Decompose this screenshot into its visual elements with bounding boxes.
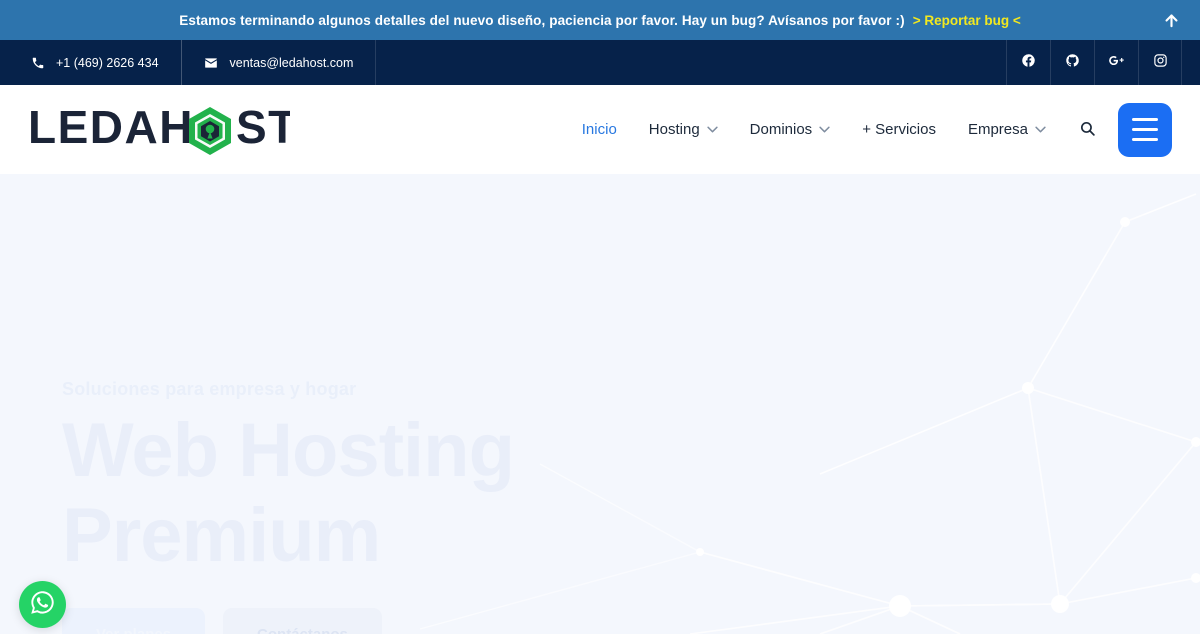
social-link-instagram[interactable] xyxy=(1138,40,1182,85)
whatsapp-icon xyxy=(29,589,56,621)
contact-phone-label: +1 (469) 2626 434 xyxy=(56,55,159,70)
contact-bar: +1 (469) 2626 434 ventas@ledahost.com xyxy=(0,40,1200,85)
hamburger-icon xyxy=(1132,128,1158,131)
arrow-up-icon[interactable] xyxy=(1160,9,1182,31)
hamburger-icon xyxy=(1132,118,1158,121)
nav-item-servicios: + Servicios xyxy=(846,121,952,138)
hero-primary-button[interactable]: Ver planes xyxy=(62,608,205,634)
hero-section: Soluciones para empresa y hogar Web Host… xyxy=(0,174,1200,634)
site-logo[interactable]: LEDAH ST xyxy=(28,101,290,159)
nav-label-empresa: Empresa xyxy=(967,121,1028,138)
phone-icon xyxy=(30,55,45,70)
svg-text:LEDAH: LEDAH xyxy=(28,102,194,153)
contact-email-label: ventas@ledahost.com xyxy=(229,55,354,70)
hero-content: Soluciones para empresa y hogar Web Host… xyxy=(0,174,640,634)
svg-text:ST: ST xyxy=(236,102,290,153)
announcement-text: Estamos terminando algunos detalles del … xyxy=(179,12,905,28)
hero-secondary-button[interactable]: Contáctanos xyxy=(223,608,382,634)
nav-link-empresa[interactable]: Empresa xyxy=(952,121,1062,138)
nav-label-servicios: + Servicios xyxy=(862,121,936,138)
header-nav-area: Inicio Hosting Dominios + Servicios Empr… xyxy=(566,102,1172,157)
site-header: LEDAH ST Inicio Hosting Dominios + Servi… xyxy=(0,85,1200,174)
whatsapp-float-button[interactable] xyxy=(19,581,66,628)
main-navigation: Inicio Hosting Dominios + Servicios Empr… xyxy=(566,121,1062,138)
hamburger-icon xyxy=(1132,138,1158,141)
nav-link-dominios[interactable]: Dominios xyxy=(734,121,847,138)
social-link-facebook[interactable] xyxy=(1006,40,1050,85)
social-link-google-plus[interactable] xyxy=(1094,40,1138,85)
chevron-down-icon xyxy=(707,125,718,136)
hero-title-line2: Premium xyxy=(62,493,381,579)
hero-eyebrow: Soluciones para empresa y hogar xyxy=(62,379,357,399)
contact-list: +1 (469) 2626 434 ventas@ledahost.com xyxy=(0,40,377,85)
social-link-github[interactable] xyxy=(1050,40,1094,85)
nav-item-hosting: Hosting xyxy=(633,121,734,138)
nav-item-dominios: Dominios xyxy=(734,121,847,138)
nav-item-inicio: Inicio xyxy=(566,121,633,138)
contact-email[interactable]: ventas@ledahost.com xyxy=(180,40,377,85)
hero-title: Web Hosting Premium xyxy=(62,408,640,578)
social-links xyxy=(1006,40,1200,85)
google-plus-icon xyxy=(1108,52,1125,74)
hero-actions: Ver planes Contáctanos xyxy=(62,608,640,634)
contact-phone[interactable]: +1 (469) 2626 434 xyxy=(0,40,182,85)
search-icon xyxy=(1079,120,1096,140)
announcement-banner: Estamos terminando algunos detalles del … xyxy=(0,0,1200,40)
nav-link-servicios[interactable]: + Servicios xyxy=(846,121,952,138)
nav-link-inicio[interactable]: Inicio xyxy=(566,121,633,138)
chevron-down-icon xyxy=(1035,125,1046,136)
chevron-down-icon xyxy=(819,125,830,136)
report-bug-link[interactable]: > Reportar bug < xyxy=(913,13,1021,28)
nav-item-empresa: Empresa xyxy=(952,121,1062,138)
nav-link-hosting[interactable]: Hosting xyxy=(633,121,734,138)
facebook-icon xyxy=(1021,53,1036,73)
hamburger-menu-button[interactable] xyxy=(1118,102,1172,157)
github-icon xyxy=(1065,53,1080,73)
nav-label-inicio: Inicio xyxy=(581,121,617,138)
nav-label-hosting: Hosting xyxy=(648,121,700,138)
hero-title-line1: Web Hosting xyxy=(62,408,515,493)
nav-label-dominios: Dominios xyxy=(749,121,813,138)
instagram-icon xyxy=(1153,53,1168,73)
envelope-icon xyxy=(204,55,219,70)
search-button[interactable] xyxy=(1070,113,1104,147)
